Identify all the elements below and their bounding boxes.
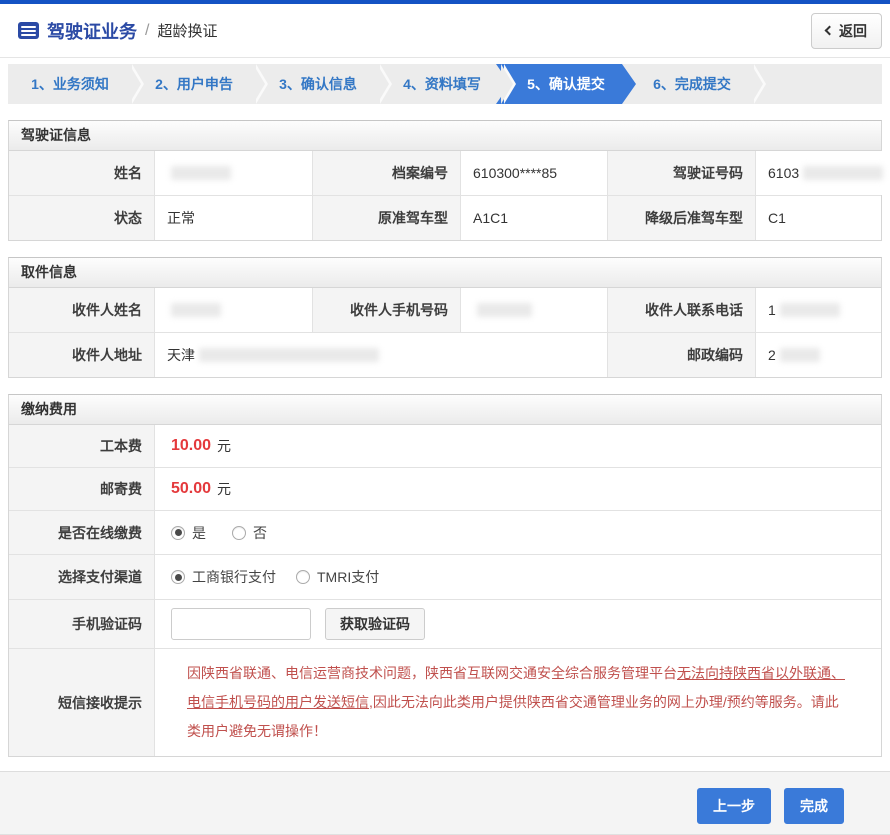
- redacted-value: [199, 348, 379, 362]
- breadcrumb: 驾驶证业务 / 超龄换证: [18, 18, 811, 44]
- breadcrumb-divider: /: [145, 22, 149, 40]
- value-downgraded-class: C1: [755, 196, 881, 240]
- sms-code-row: 手机验证码 获取验证码: [9, 599, 881, 648]
- value-workmanship-fee: 10.00 元: [154, 425, 881, 467]
- step-1-business-notice[interactable]: 1、业务须知: [8, 64, 132, 104]
- section-pickup-info: 取件信息 收件人姓名 收件人手机号码 收件人联系电话 1 收件人地址 天津 邮政…: [8, 257, 882, 378]
- section-title: 缴纳费用: [9, 395, 881, 425]
- fee-unit: 元: [217, 479, 231, 499]
- footer-actions: 上一步 完成: [0, 772, 890, 835]
- redacted-value: [780, 303, 840, 317]
- sms-notice-content: 因陕西省联通、电信运营商技术问题，陕西省互联网交通安全综合服务管理平台无法向持陕…: [154, 649, 881, 756]
- redacted-value: [171, 303, 221, 317]
- warning-text: 因陕西省联通、电信运营商技术问题，陕西省互联网交通安全综合服务管理平台无法向持陕…: [171, 653, 865, 752]
- finish-button[interactable]: 完成: [784, 788, 844, 824]
- radio-tmri-pay[interactable]: TMRI支付: [296, 567, 379, 587]
- step-2-user-declaration[interactable]: 2、用户申告: [132, 64, 256, 104]
- radio-online-yes[interactable]: 是: [171, 523, 206, 543]
- value-recipient-mobile: [460, 288, 607, 332]
- label-payment-channel: 选择支付渠道: [9, 555, 154, 599]
- sms-code-input[interactable]: [171, 608, 311, 640]
- label-sms-notice: 短信接收提示: [9, 649, 154, 756]
- label-workmanship-fee: 工本费: [9, 425, 154, 467]
- step-3-confirm-info[interactable]: 3、确认信息: [256, 64, 380, 104]
- value-license-number: 6103: [755, 151, 890, 195]
- list-icon: [18, 22, 39, 39]
- label-file-number: 档案编号: [312, 151, 460, 195]
- step-4-fill-materials[interactable]: 4、资料填写: [380, 64, 504, 104]
- redacted-value: [803, 166, 883, 180]
- label-recipient-name: 收件人姓名: [9, 288, 154, 332]
- table-row: 姓名 档案编号 610300****85 驾驶证号码 6103: [9, 151, 881, 195]
- step-bar-filler: [754, 64, 882, 104]
- payment-channel-options: 工商银行支付 TMRI支付: [154, 555, 881, 599]
- label-recipient-mobile: 收件人手机号码: [312, 288, 460, 332]
- back-button[interactable]: 返回: [811, 13, 882, 49]
- radio-online-no[interactable]: 否: [232, 523, 267, 543]
- label-status: 状态: [9, 196, 154, 240]
- table-row: 收件人姓名 收件人手机号码 收件人联系电话 1: [9, 288, 881, 332]
- section-payment: 缴纳费用 工本费 10.00 元 邮寄费 50.00 元 是否在线缴费 是 否: [8, 394, 882, 757]
- payment-channel-row: 选择支付渠道 工商银行支付 TMRI支付: [9, 554, 881, 599]
- fee-amount: 50.00: [171, 480, 211, 498]
- value-name: [154, 151, 312, 195]
- label-postage-fee: 邮寄费: [9, 468, 154, 510]
- fee-unit: 元: [217, 436, 231, 456]
- chevron-left-icon: [825, 26, 835, 36]
- redacted-value: [780, 348, 820, 362]
- label-downgraded-class: 降级后准驾车型: [607, 196, 755, 240]
- radio-unselected-icon: [296, 570, 310, 584]
- sms-notice-row: 短信接收提示 因陕西省联通、电信运营商技术问题，陕西省互联网交通安全综合服务管理…: [9, 648, 881, 756]
- radio-selected-icon: [171, 570, 185, 584]
- step-wizard: 1、业务须知 2、用户申告 3、确认信息 4、资料填写 5、确认提交 6、完成提…: [8, 64, 882, 104]
- redacted-value: [477, 303, 532, 317]
- label-sms-code: 手机验证码: [9, 600, 154, 648]
- value-postage-fee: 50.00 元: [154, 468, 881, 510]
- value-status: 正常: [154, 196, 312, 240]
- label-original-class: 原准驾车型: [312, 196, 460, 240]
- previous-step-button[interactable]: 上一步: [697, 788, 771, 824]
- value-original-class: A1C1: [460, 196, 607, 240]
- value-file-number: 610300****85: [460, 151, 607, 195]
- value-postal-code: 2: [755, 333, 881, 377]
- value-recipient-address: 天津: [154, 333, 607, 377]
- page-subtitle: 超龄换证: [157, 20, 217, 41]
- label-name: 姓名: [9, 151, 154, 195]
- label-postal-code: 邮政编码: [607, 333, 755, 377]
- value-recipient-phone: 1: [755, 288, 881, 332]
- redacted-value: [171, 166, 231, 180]
- fee-row-postage: 邮寄费 50.00 元: [9, 467, 881, 510]
- label-recipient-phone: 收件人联系电话: [607, 288, 755, 332]
- section-title: 驾驶证信息: [9, 121, 881, 151]
- label-recipient-address: 收件人地址: [9, 333, 154, 377]
- value-recipient-name: [154, 288, 312, 332]
- sms-code-controls: 获取验证码: [154, 600, 881, 648]
- table-row: 收件人地址 天津 邮政编码 2: [9, 332, 881, 377]
- radio-unselected-icon: [232, 526, 246, 540]
- label-online-payment: 是否在线缴费: [9, 511, 154, 554]
- table-row: 状态 正常 原准驾车型 A1C1 降级后准驾车型 C1: [9, 195, 881, 240]
- page-header: 驾驶证业务 / 超龄换证 返回: [0, 4, 890, 58]
- online-payment-options: 是 否: [154, 511, 881, 554]
- step-6-complete-submit[interactable]: 6、完成提交: [630, 64, 754, 104]
- radio-icbc-pay[interactable]: 工商银行支付: [171, 567, 276, 587]
- fee-amount: 10.00: [171, 437, 211, 455]
- page-title: 驾驶证业务: [47, 18, 137, 44]
- section-license-info: 驾驶证信息 姓名 档案编号 610300****85 驾驶证号码 6103 状态…: [8, 120, 882, 241]
- online-payment-row: 是否在线缴费 是 否: [9, 510, 881, 554]
- get-code-button[interactable]: 获取验证码: [325, 608, 425, 640]
- section-title: 取件信息: [9, 258, 881, 288]
- label-license-number: 驾驶证号码: [607, 151, 755, 195]
- fee-row-workmanship: 工本费 10.00 元: [9, 425, 881, 467]
- step-5-confirm-submit[interactable]: 5、确认提交: [496, 64, 636, 104]
- back-button-label: 返回: [839, 21, 867, 41]
- radio-selected-icon: [171, 526, 185, 540]
